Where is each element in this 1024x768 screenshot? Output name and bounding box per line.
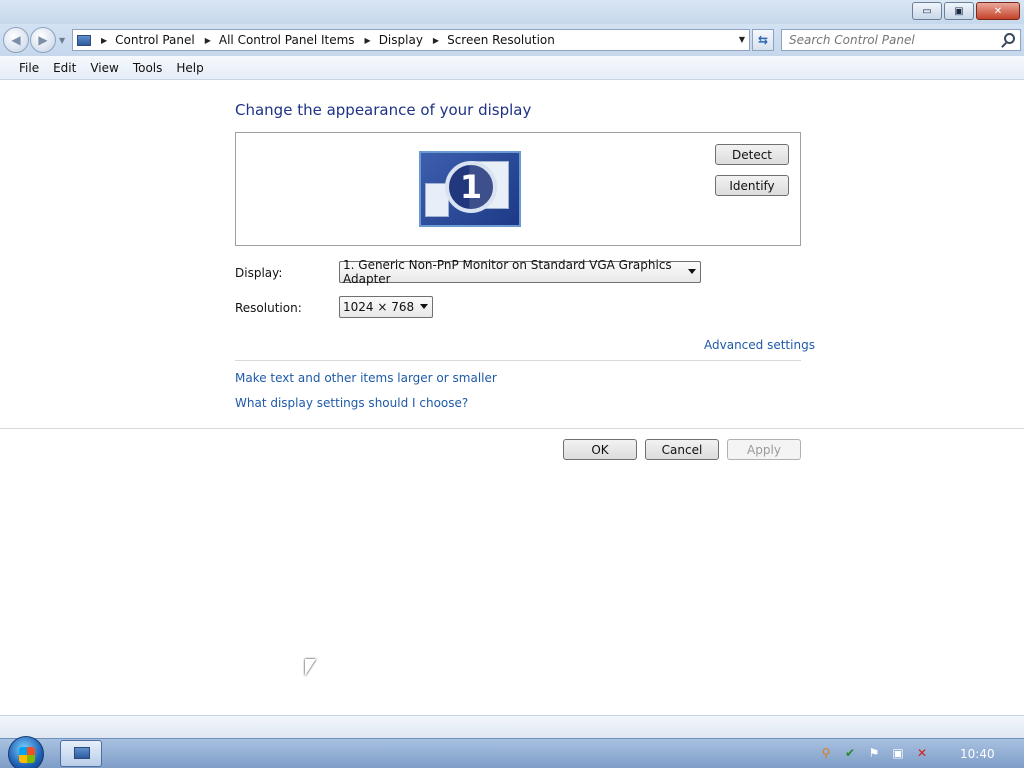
advanced-settings-link[interactable]: Advanced settings <box>704 338 815 352</box>
display-help-link[interactable]: What display settings should I choose? <box>235 396 468 410</box>
menu-bar: File Edit View Tools Help <box>0 56 1024 80</box>
menu-help[interactable]: Help <box>169 59 210 77</box>
search-input[interactable] <box>789 30 989 50</box>
back-button[interactable]: ◀ <box>3 27 29 53</box>
identify-button[interactable]: Identify <box>715 175 789 196</box>
window-controls: ▭ ▣ ✕ <box>910 2 1020 20</box>
menu-file[interactable]: File <box>12 59 46 77</box>
breadcrumb-arrow-icon[interactable]: ▶ <box>433 36 439 45</box>
display-preview-panel: 1 Detect Identify <box>235 132 801 246</box>
action-center-flag-icon[interactable]: ⚑ <box>866 745 882 761</box>
system-tray: ⚲ ✔ ⚑ ▣ ✕ <box>818 745 938 761</box>
status-bar <box>0 715 1024 738</box>
breadcrumb-arrow-icon[interactable]: ▶ <box>365 36 371 45</box>
address-bar[interactable]: ▶ Control Panel ▶ All Control Panel Item… <box>72 29 750 51</box>
resolution-label: Resolution: <box>235 301 302 315</box>
forward-arrow-icon: ▶ <box>38 33 48 47</box>
display-select-value: 1. Generic Non-PnP Monitor on Standard V… <box>343 258 672 286</box>
recent-pages-dropdown-icon[interactable]: ▼ <box>59 36 65 45</box>
dropdown-arrow-icon <box>420 304 428 309</box>
menu-edit[interactable]: Edit <box>46 59 83 77</box>
ok-button[interactable]: OK <box>563 439 637 460</box>
menu-view[interactable]: View <box>83 59 125 77</box>
breadcrumb-screen-resolution[interactable]: Screen Resolution <box>447 33 555 47</box>
navigation-bar: ◀ ▶ ▼ ▶ Control Panel ▶ All Control Pane… <box>0 24 1024 56</box>
resolution-select[interactable]: 1024 × 768 <box>339 296 433 318</box>
title-bar: ▭ ▣ ✕ <box>0 0 1024 24</box>
search-box[interactable] <box>781 29 1021 51</box>
control-panel-icon <box>74 747 90 759</box>
breadcrumb-display[interactable]: Display <box>379 33 423 47</box>
refresh-button[interactable]: ⇆ <box>752 29 774 51</box>
resolution-select-value: 1024 × 768 <box>343 300 415 314</box>
monitor-1-icon[interactable]: 1 <box>419 151 521 227</box>
text-size-link[interactable]: Make text and other items larger or smal… <box>235 371 497 385</box>
breadcrumb-all-items[interactable]: All Control Panel Items <box>219 33 355 47</box>
clock[interactable]: 10:40 <box>960 747 995 761</box>
mouse-cursor-icon <box>305 659 316 676</box>
display-label: Display: <box>235 266 283 280</box>
network-icon[interactable]: ▣ <box>890 745 906 761</box>
search-icon[interactable] <box>1004 33 1015 44</box>
search-tray-icon[interactable]: ⚲ <box>818 745 834 761</box>
close-button[interactable]: ✕ <box>976 2 1020 20</box>
divider <box>0 428 1024 429</box>
breadcrumb-arrow-icon[interactable]: ▶ <box>205 36 211 45</box>
breadcrumb-control-panel[interactable]: Control Panel <box>115 33 195 47</box>
page-title: Change the appearance of your display <box>235 101 532 119</box>
refresh-icon: ⇆ <box>757 33 769 47</box>
dropdown-arrow-icon <box>688 269 696 274</box>
cancel-button[interactable]: Cancel <box>645 439 719 460</box>
minimize-button[interactable]: ▭ <box>912 2 942 20</box>
control-panel-icon <box>77 34 91 46</box>
windows-logo-icon <box>19 747 35 763</box>
volume-muted-icon[interactable]: ✕ <box>914 745 930 761</box>
taskbar-control-panel-button[interactable] <box>60 740 102 767</box>
display-select[interactable]: 1. Generic Non-PnP Monitor on Standard V… <box>339 258 701 286</box>
menu-tools[interactable]: Tools <box>126 59 170 77</box>
content-area: Change the appearance of your display 1 … <box>0 81 1024 715</box>
maximize-button[interactable]: ▣ <box>944 2 974 20</box>
detect-button[interactable]: Detect <box>715 144 789 165</box>
divider <box>235 360 801 361</box>
breadcrumb-arrow-icon[interactable]: ▶ <box>101 36 107 45</box>
apply-button[interactable]: Apply <box>727 439 801 460</box>
forward-button[interactable]: ▶ <box>30 27 56 53</box>
address-dropdown-icon[interactable]: ▼ <box>739 35 745 44</box>
back-arrow-icon: ◀ <box>11 33 21 47</box>
security-shield-icon[interactable]: ✔ <box>842 745 858 761</box>
start-button[interactable] <box>8 736 44 768</box>
taskbar: ⚲ ✔ ⚑ ▣ ✕ 10:40 <box>0 736 1024 768</box>
monitor-number: 1 <box>445 161 497 213</box>
